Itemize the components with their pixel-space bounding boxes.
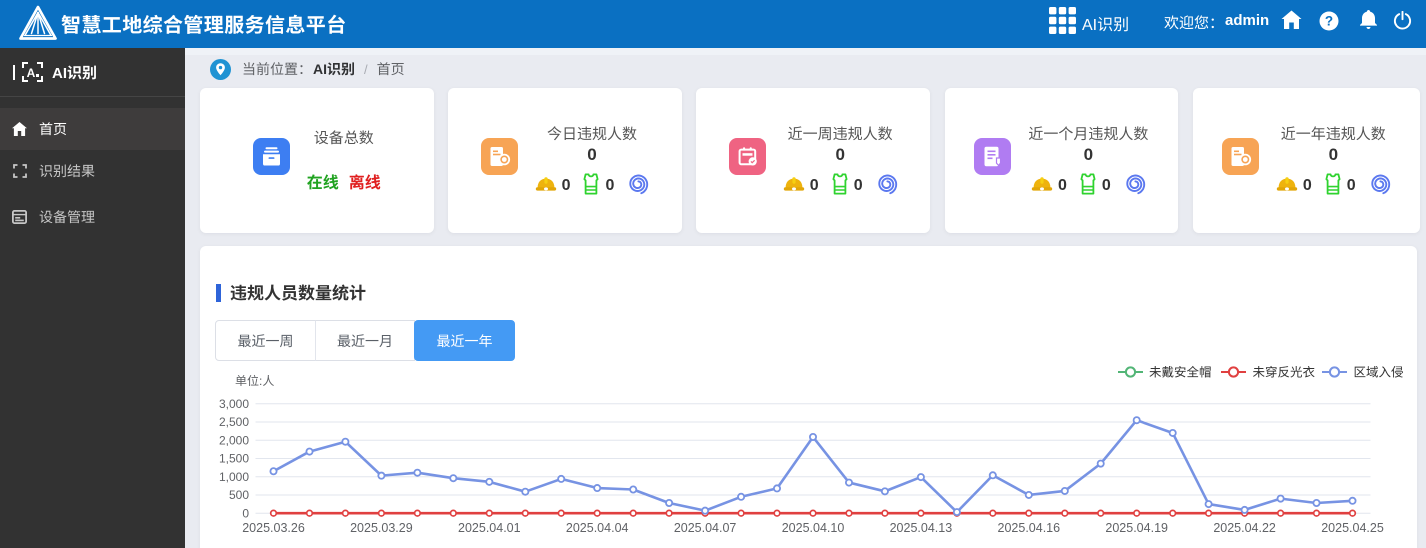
- svg-text:未戴安全帽: 未戴安全帽: [1149, 365, 1212, 379]
- svg-text:2,000: 2,000: [219, 434, 249, 448]
- svg-text:1,500: 1,500: [219, 452, 249, 466]
- svg-text:2025.04.25: 2025.04.25: [1321, 521, 1384, 535]
- svg-text:2025.04.13: 2025.04.13: [890, 521, 953, 535]
- svg-text:?: ?: [1325, 13, 1333, 28]
- svg-text:单位:人: 单位:人: [235, 374, 274, 388]
- svg-text:3,000: 3,000: [219, 397, 249, 411]
- svg-text:区域入侵: 区域入侵: [1354, 365, 1404, 379]
- svg-text:1,000: 1,000: [219, 470, 249, 484]
- svg-text:2,500: 2,500: [219, 415, 249, 429]
- svg-text:2025.04.16: 2025.04.16: [998, 521, 1061, 535]
- svg-text:2025.04.22: 2025.04.22: [1213, 521, 1276, 535]
- svg-text:2025.04.19: 2025.04.19: [1105, 521, 1168, 535]
- svg-text:2025.04.04: 2025.04.04: [566, 521, 629, 535]
- svg-text:500: 500: [229, 488, 249, 502]
- svg-text:2025.04.10: 2025.04.10: [782, 521, 845, 535]
- svg-text:0: 0: [242, 506, 249, 520]
- svg-text:A: A: [27, 66, 36, 80]
- svg-text:2025.04.01: 2025.04.01: [458, 521, 521, 535]
- svg-text:未穿反光衣: 未穿反光衣: [1253, 365, 1316, 379]
- svg-text:2025.03.26: 2025.03.26: [242, 521, 305, 535]
- svg-text:2025.04.07: 2025.04.07: [674, 521, 737, 535]
- svg-text:2025.03.29: 2025.03.29: [350, 521, 413, 535]
